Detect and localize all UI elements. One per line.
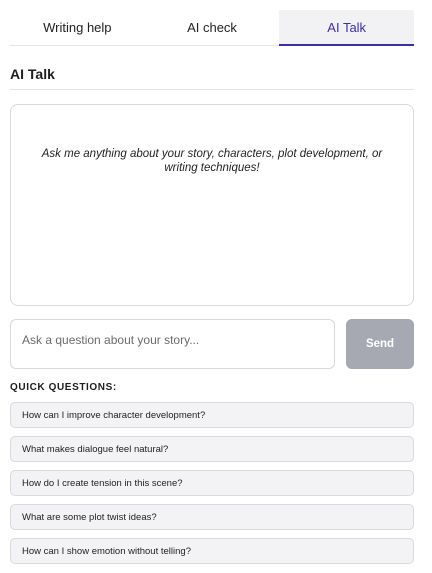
quick-question-create-tension[interactable]: How do I create tension in this scene? bbox=[10, 470, 414, 496]
chat-empty-message: Ask me anything about your story, charac… bbox=[41, 148, 383, 174]
tab-writing-help[interactable]: Writing help bbox=[10, 10, 145, 45]
quick-questions-list: How can I improve character development?… bbox=[10, 402, 414, 572]
tab-bar: Writing help AI check AI Talk bbox=[10, 10, 415, 46]
send-button[interactable]: Send bbox=[346, 319, 414, 369]
quick-question-character-development[interactable]: How can I improve character development? bbox=[10, 402, 414, 428]
page-title: AI Talk bbox=[10, 66, 55, 82]
quick-question-plot-twists[interactable]: What are some plot twist ideas? bbox=[10, 504, 414, 530]
quick-question-natural-dialogue[interactable]: What makes dialogue feel natural? bbox=[10, 436, 414, 462]
quick-questions-heading: QUICK QUESTIONS: bbox=[10, 382, 117, 393]
quick-question-show-emotion[interactable]: How can I show emotion without telling? bbox=[10, 538, 414, 564]
title-divider bbox=[10, 89, 414, 90]
chat-history-panel[interactable]: Ask me anything about your story, charac… bbox=[10, 104, 414, 306]
tab-ai-check[interactable]: AI check bbox=[145, 10, 280, 45]
question-input[interactable] bbox=[10, 319, 335, 369]
tab-ai-talk[interactable]: AI Talk bbox=[279, 10, 415, 46]
